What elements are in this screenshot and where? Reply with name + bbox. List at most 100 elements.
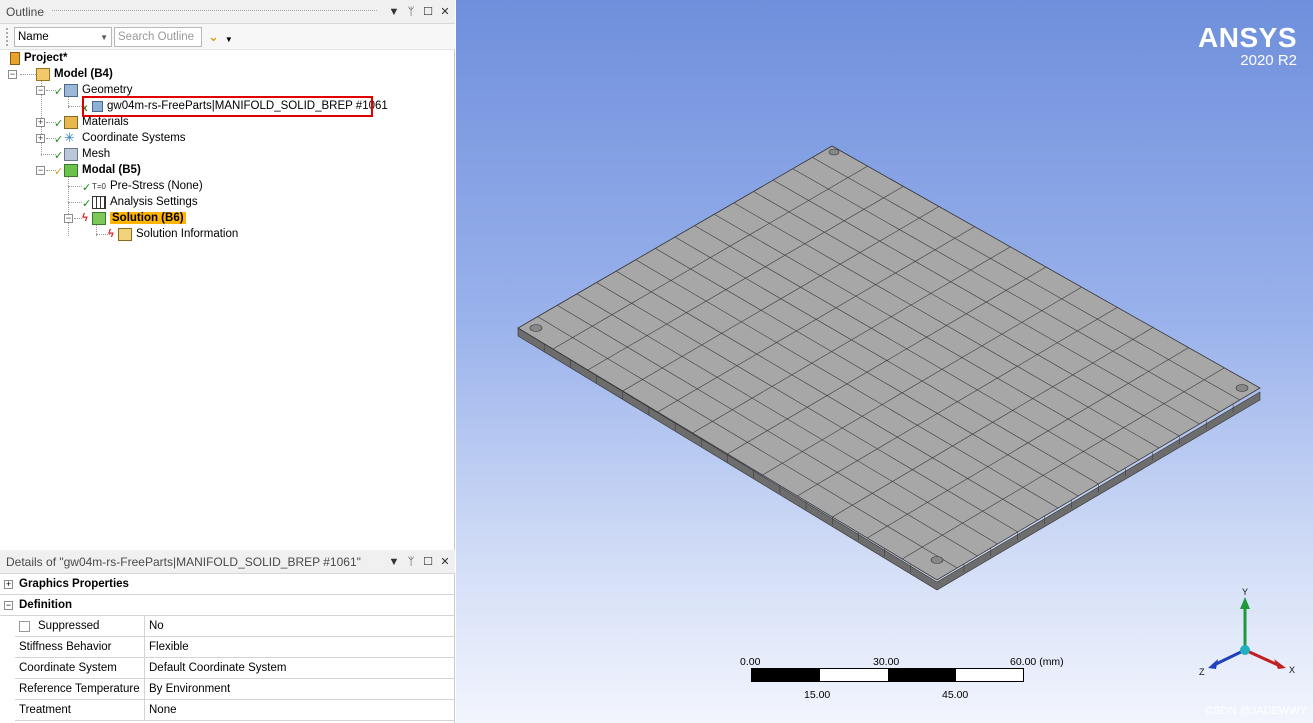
- detail-value[interactable]: None: [145, 700, 455, 720]
- scale-tick: 0.00: [740, 656, 760, 668]
- tree-node-modal[interactable]: ✓ Modal (B5): [54, 162, 141, 178]
- detail-value[interactable]: By Environment: [145, 679, 455, 699]
- name-filter-label: Name: [18, 31, 49, 43]
- outline-header: Outline ▼ ᛘ ☐ ✕: [0, 0, 455, 24]
- chevron-down-icon: ▼: [100, 33, 108, 42]
- check-icon: ✓: [54, 117, 63, 130]
- detail-value[interactable]: No: [145, 616, 455, 636]
- scale-bar: 0.00 30.00 60.00 (mm) 15.00 45.00: [736, 656, 1076, 702]
- details-title: Details of "gw04m-rs-FreeParts|MANIFOLD_…: [6, 555, 387, 569]
- close-icon[interactable]: ✕: [438, 555, 452, 569]
- collapse-toggle-model[interactable]: −: [8, 70, 17, 79]
- maximize-icon[interactable]: ☐: [421, 555, 435, 569]
- scale-bar-ruler: [751, 668, 1024, 682]
- collapse-toggle-geometry[interactable]: −: [36, 86, 45, 95]
- project-icon: [10, 52, 20, 65]
- x-axis-label: X: [1289, 665, 1295, 675]
- pin-icon[interactable]: ᛘ: [404, 5, 418, 19]
- detail-key: Stiffness Behavior: [15, 637, 145, 657]
- z-axis-label: Z: [1199, 667, 1205, 677]
- corner-hole: [1236, 385, 1248, 392]
- tree-node-coordinate-systems[interactable]: ✓ ✳ Coordinate Systems: [54, 130, 186, 146]
- scale-tick: 15.00: [804, 689, 830, 701]
- outline-title: Outline: [6, 5, 44, 19]
- detail-key: Reference Temperature: [15, 679, 145, 699]
- meshed-plate[interactable]: [456, 0, 1313, 723]
- model-icon: [36, 68, 50, 81]
- axis-triad[interactable]: Y X Z: [1196, 585, 1296, 685]
- collapse-toggle-solution[interactable]: −: [64, 214, 73, 223]
- detail-row-treatment[interactable]: Treatment None: [15, 700, 455, 721]
- lightning-icon: ϟ: [82, 212, 88, 224]
- maximize-icon[interactable]: ☐: [421, 5, 435, 19]
- pin-icon[interactable]: ᛘ: [404, 555, 418, 569]
- graphics-viewport[interactable]: ANSYS 2020 R2 0.00 30.00 60.00 (mm) 15.0…: [456, 0, 1313, 723]
- close-icon[interactable]: ✕: [438, 5, 452, 19]
- expand-toggle-coordinate-systems[interactable]: +: [36, 134, 45, 143]
- detail-row-stiffness-behavior[interactable]: Stiffness Behavior Flexible: [15, 637, 455, 658]
- scale-tick: 60.00 (mm): [1010, 656, 1064, 668]
- x-axis: [1245, 650, 1278, 665]
- category-definition[interactable]: − Definition: [0, 595, 455, 616]
- suppressed-checkbox[interactable]: [19, 621, 30, 632]
- tree-node-model[interactable]: Model (B4): [36, 66, 113, 82]
- modal-icon: [64, 164, 78, 177]
- detail-row-reference-temperature[interactable]: Reference Temperature By Environment: [15, 679, 455, 700]
- check-icon: ✓: [82, 197, 91, 210]
- outline-toolbar: Name ▼ Search Outline ⌄ ▼: [0, 24, 455, 50]
- corner-hole: [530, 325, 542, 332]
- pre-stress-icon: T=0: [92, 180, 106, 193]
- tree-node-pre-stress[interactable]: ✓ T=0 Pre-Stress (None): [82, 178, 203, 194]
- name-filter-dropdown[interactable]: Name ▼: [14, 27, 112, 47]
- tree-node-project[interactable]: Project*: [10, 50, 67, 66]
- scale-tick: 45.00: [942, 689, 968, 701]
- triad-origin: [1240, 645, 1250, 655]
- z-axis: [1214, 650, 1245, 665]
- materials-icon: [64, 116, 78, 129]
- corner-hole: [931, 557, 943, 564]
- detail-row-suppressed[interactable]: Suppressed No: [15, 616, 455, 637]
- tree-node-mesh[interactable]: ✓ Mesh: [54, 146, 110, 162]
- search-outline-input[interactable]: Search Outline: [114, 27, 202, 47]
- check-icon: ✓: [54, 165, 63, 178]
- solution-icon: [92, 212, 106, 225]
- tree-node-analysis-settings[interactable]: ✓ Analysis Settings: [82, 194, 198, 210]
- y-axis-label: Y: [1242, 587, 1248, 597]
- detail-key: Coordinate System: [15, 658, 145, 678]
- check-icon: ✓: [54, 85, 63, 98]
- selection-highlight-box: [82, 96, 373, 117]
- tree-node-solution[interactable]: ϟ Solution (B6): [82, 210, 186, 226]
- check-icon: ✓: [54, 133, 63, 146]
- detail-key: Suppressed: [15, 616, 145, 636]
- filter-dropdown-icon[interactable]: ▼: [225, 35, 233, 44]
- left-panel: Outline ▼ ᛘ ☐ ✕ Name ▼ Search Outline ⌄ …: [0, 0, 455, 723]
- detail-value[interactable]: Flexible: [145, 637, 455, 657]
- outline-tree: Project* − Model (B4) − ✓ Geometry x gw0…: [0, 50, 453, 545]
- dropdown-icon[interactable]: ▼: [387, 5, 401, 19]
- scale-tick: 30.00: [873, 656, 899, 668]
- analysis-settings-icon: [92, 196, 106, 209]
- check-icon: ✓: [54, 149, 63, 162]
- category-graphics-properties[interactable]: + Graphics Properties: [0, 574, 455, 595]
- geometry-icon: [64, 84, 78, 97]
- details-grid: + Graphics Properties − Definition Suppr…: [0, 574, 455, 721]
- filter-chevron-icon[interactable]: ⌄: [208, 29, 219, 45]
- solution-information-icon: [118, 228, 132, 241]
- lightning-icon: ϟ: [108, 228, 114, 240]
- details-header: Details of "gw04m-rs-FreeParts|MANIFOLD_…: [0, 550, 455, 574]
- plate-top-face: [518, 146, 1260, 580]
- coordinate-systems-icon: ✳: [64, 132, 78, 145]
- mesh-icon: [64, 148, 78, 161]
- watermark: CSDN @JADEWWY: [1205, 705, 1307, 717]
- corner-hole: [829, 149, 839, 155]
- check-icon: ✓: [82, 181, 91, 194]
- expand-toggle-materials[interactable]: +: [36, 118, 45, 127]
- detail-key: Treatment: [15, 700, 145, 720]
- collapse-icon[interactable]: −: [4, 601, 13, 610]
- dropdown-icon[interactable]: ▼: [387, 555, 401, 569]
- tree-node-solution-information[interactable]: ϟ Solution Information: [108, 226, 238, 242]
- expand-icon[interactable]: +: [4, 580, 13, 589]
- collapse-toggle-modal[interactable]: −: [36, 166, 45, 175]
- detail-value[interactable]: Default Coordinate System: [145, 658, 455, 678]
- detail-row-coordinate-system[interactable]: Coordinate System Default Coordinate Sys…: [15, 658, 455, 679]
